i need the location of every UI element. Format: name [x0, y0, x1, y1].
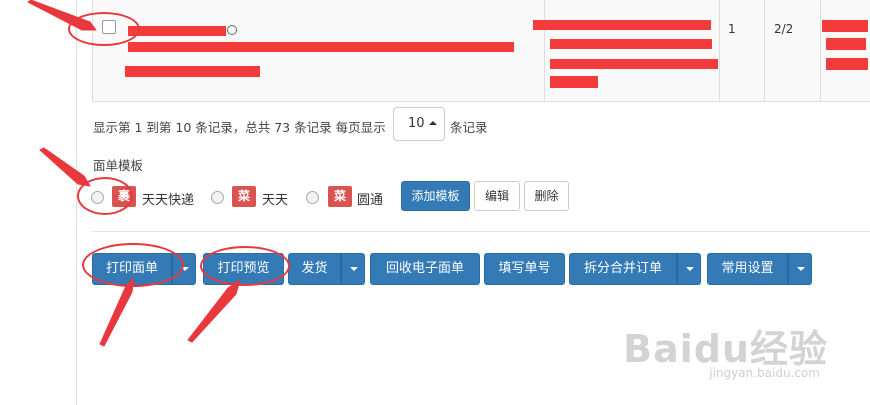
redacted-address-line [550, 39, 712, 49]
redacted-status [826, 58, 868, 70]
ship-dropdown-toggle[interactable] [341, 253, 365, 285]
recycle-e-waybill-button[interactable]: 回收电子面单 [370, 253, 480, 285]
caret-down-icon [797, 267, 805, 271]
template-option-label: 天天 [262, 193, 289, 208]
page-size-select[interactable]: 10 [393, 107, 445, 141]
common-settings-dropdown-toggle[interactable] [788, 253, 812, 285]
add-template-button[interactable]: 添加模板 [401, 181, 470, 211]
ship-button[interactable]: 发货 [288, 253, 341, 285]
column-divider [719, 0, 720, 101]
annotation-ring [200, 246, 290, 286]
column-divider [820, 0, 821, 101]
annotation-ring [82, 243, 184, 287]
cainiao-badge: 菜 [232, 186, 256, 207]
template-radio-yuantong[interactable] [306, 191, 319, 204]
annotation-arrow [39, 147, 91, 187]
annotation-ring [77, 177, 133, 215]
common-settings-button[interactable]: 常用设置 [707, 253, 788, 285]
annotation-ring [68, 12, 140, 46]
annotation-arrow [99, 277, 135, 347]
redacted-address-line [550, 59, 718, 69]
template-option-label: 圆通 [357, 193, 384, 208]
template-section-label: 面单模板 [93, 158, 144, 173]
redacted-status [826, 38, 866, 50]
redacted-status [822, 20, 868, 32]
section-divider [92, 231, 870, 232]
edit-template-button[interactable]: 编辑 [474, 181, 520, 211]
page-size-value: 10 [408, 116, 425, 131]
column-divider [544, 0, 545, 101]
quantity-cell: 1 [728, 22, 736, 36]
redacted-address-line [550, 76, 598, 88]
pagination-info: 显示第 1 到第 10 条记录，总共 73 条记录 每页显示 [93, 120, 386, 135]
column-divider [764, 0, 765, 101]
redacted-product-title [128, 26, 226, 36]
delete-template-button[interactable]: 删除 [524, 181, 569, 211]
info-icon [227, 25, 237, 35]
redacted-product-detail [128, 42, 514, 52]
annotation-arrow [187, 279, 241, 343]
split-merge-order-button[interactable]: 拆分合并订单 [569, 253, 677, 285]
split-merge-dropdown-toggle[interactable] [677, 253, 701, 285]
redacted-product-sku [125, 66, 260, 77]
cainiao-badge: 菜 [328, 186, 352, 207]
baidu-jingyan-watermark: Baidu经验 [623, 327, 828, 371]
template-option-label: 天天快递 [142, 193, 195, 208]
caret-up-icon [428, 120, 437, 125]
caret-down-icon [686, 267, 694, 271]
template-radio-tiantian[interactable] [211, 191, 224, 204]
content-left-border [76, 0, 77, 405]
caret-down-icon [350, 267, 358, 271]
fill-tracking-number-button[interactable]: 填写单号 [484, 253, 565, 285]
pagination-suffix: 条记录 [450, 120, 488, 135]
progress-cell: 2/2 [774, 22, 794, 36]
redacted-address-line [533, 20, 711, 30]
watermark-url: jingyan.baidu.com [709, 366, 820, 380]
